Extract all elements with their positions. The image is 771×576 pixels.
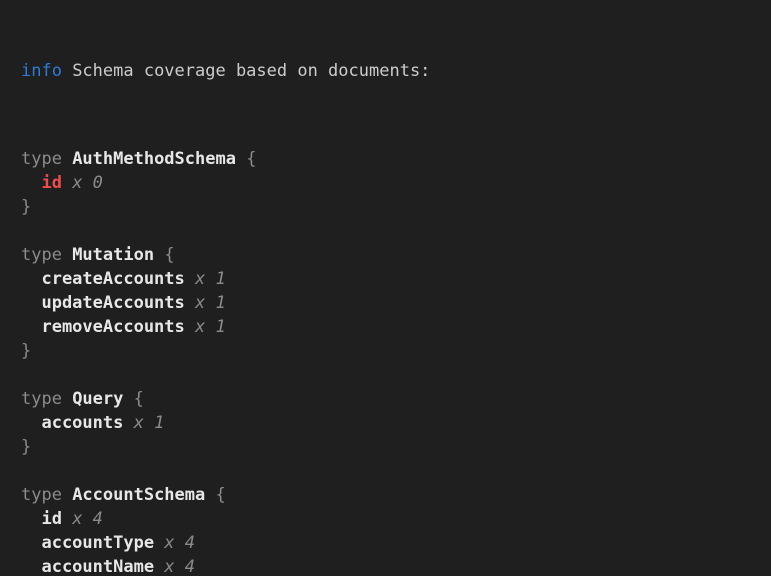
field-line: accountName x4 [21,555,771,576]
field-name: accountType [41,533,154,553]
type-keyword: type [21,245,62,265]
close-brace-symbol: } [21,197,31,217]
usage-count: 4 [93,509,103,529]
usage-count: 1 [215,269,225,289]
multiply-symbol: x [134,413,144,433]
field-name: accountName [41,557,154,576]
open-brace-symbol: { [215,485,225,505]
field-name: accounts [41,413,123,433]
field-line: createAccounts x1 [21,267,771,291]
blank-line [21,459,771,483]
blank-line [21,363,771,387]
type-name: Query [72,389,123,409]
type-close-line: } [21,339,771,363]
multiply-symbol: x [164,557,174,576]
info-message: Schema coverage based on documents: [72,61,430,81]
field-line: removeAccounts x1 [21,315,771,339]
field-name: id [41,509,61,529]
usage-count: 1 [154,413,164,433]
multiply-symbol: x [195,293,205,313]
usage-count: 1 [215,293,225,313]
type-keyword: type [21,389,62,409]
field-line: idx4 [21,507,771,531]
close-brace-symbol: } [21,341,31,361]
type-open-line: type AuthMethodSchema { [21,147,771,171]
multiply-symbol: x [195,269,205,289]
type-keyword: type [21,485,62,505]
type-open-line: type Query { [21,387,771,411]
info-line: info Schema coverage based on documents: [21,59,771,83]
blank-line [21,219,771,243]
type-open-line: type Mutation { [21,243,771,267]
multiply-symbol: x [164,533,174,553]
field-line: updateAccounts x1 [21,291,771,315]
type-block: type Query { accounts x1} [21,387,771,459]
field-line: accountType x4 [21,531,771,555]
field-name: removeAccounts [41,317,184,337]
usage-count: 4 [185,533,195,553]
type-block: typeMutation{createAccountsx1updateAccou… [21,243,771,363]
blank-line [21,123,771,147]
type-keyword: type [21,149,62,169]
field-name: createAccounts [41,269,184,289]
type-block: typeAuthMethodSchema{idx0} [21,147,771,219]
type-name: AuthMethodSchema [72,149,236,169]
field-line: accounts x1 [21,411,771,435]
open-brace-symbol: { [246,149,256,169]
multiply-symbol: x [72,173,82,193]
type-open-line: type AccountSchema { [21,483,771,507]
info-tag: info [21,61,62,81]
terminal-output: infoSchema coverage based on documents: … [0,0,771,576]
field-name: id [41,173,61,193]
multiply-symbol: x [195,317,205,337]
usage-count: 0 [93,173,103,193]
type-name: Mutation [72,245,154,265]
type-blocks: typeAuthMethodSchema{idx0}typeMutation{c… [21,123,771,576]
field-line: idx0 [21,171,771,195]
usage-count: 1 [215,317,225,337]
type-name: AccountSchema [72,485,205,505]
type-block: typeAccountSchema{idx4accountTypex4accou… [21,483,771,576]
type-close-line: } [21,435,771,459]
type-close-line: } [21,195,771,219]
close-brace-symbol: } [21,437,31,457]
multiply-symbol: x [72,509,82,529]
open-brace-symbol: { [164,245,174,265]
usage-count: 4 [185,557,195,576]
field-name: updateAccounts [41,293,184,313]
open-brace-symbol: { [134,389,144,409]
